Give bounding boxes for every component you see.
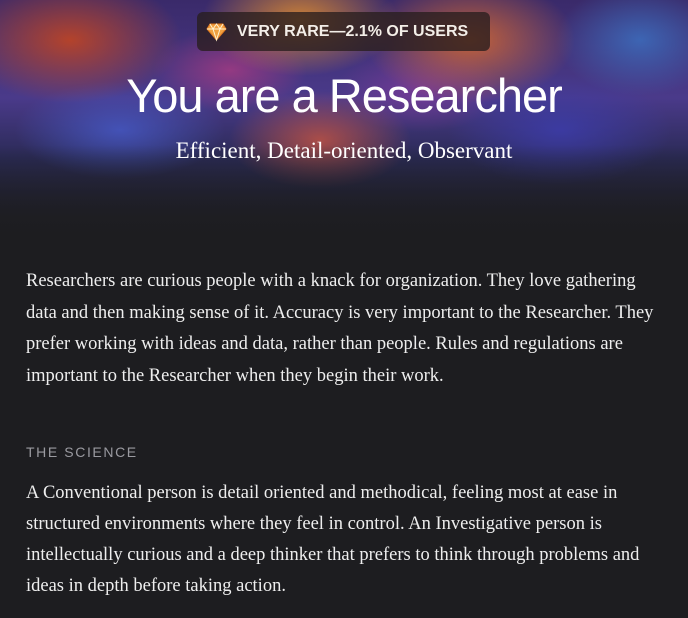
rarity-badge: VERY RARE—2.1% OF USERS	[197, 12, 490, 51]
section-heading-science: THE SCIENCE	[26, 444, 138, 460]
personality-traits: Efficient, Detail-oriented, Observant	[175, 138, 513, 163]
rarity-text: VERY RARE—2.1% OF USERS	[237, 22, 469, 40]
description-paragraph: Researchers are curious people with a kn…	[26, 271, 654, 386]
hero-banner: VERY RARE—2.1% OF USERS You are a Resear…	[0, 0, 688, 245]
result-page: VERY RARE—2.1% OF USERS You are a Resear…	[0, 0, 688, 618]
science-paragraph: A Conventional person is detail oriented…	[26, 483, 640, 596]
gem-icon	[206, 21, 227, 42]
page-title: You are a Researcher	[126, 69, 563, 122]
